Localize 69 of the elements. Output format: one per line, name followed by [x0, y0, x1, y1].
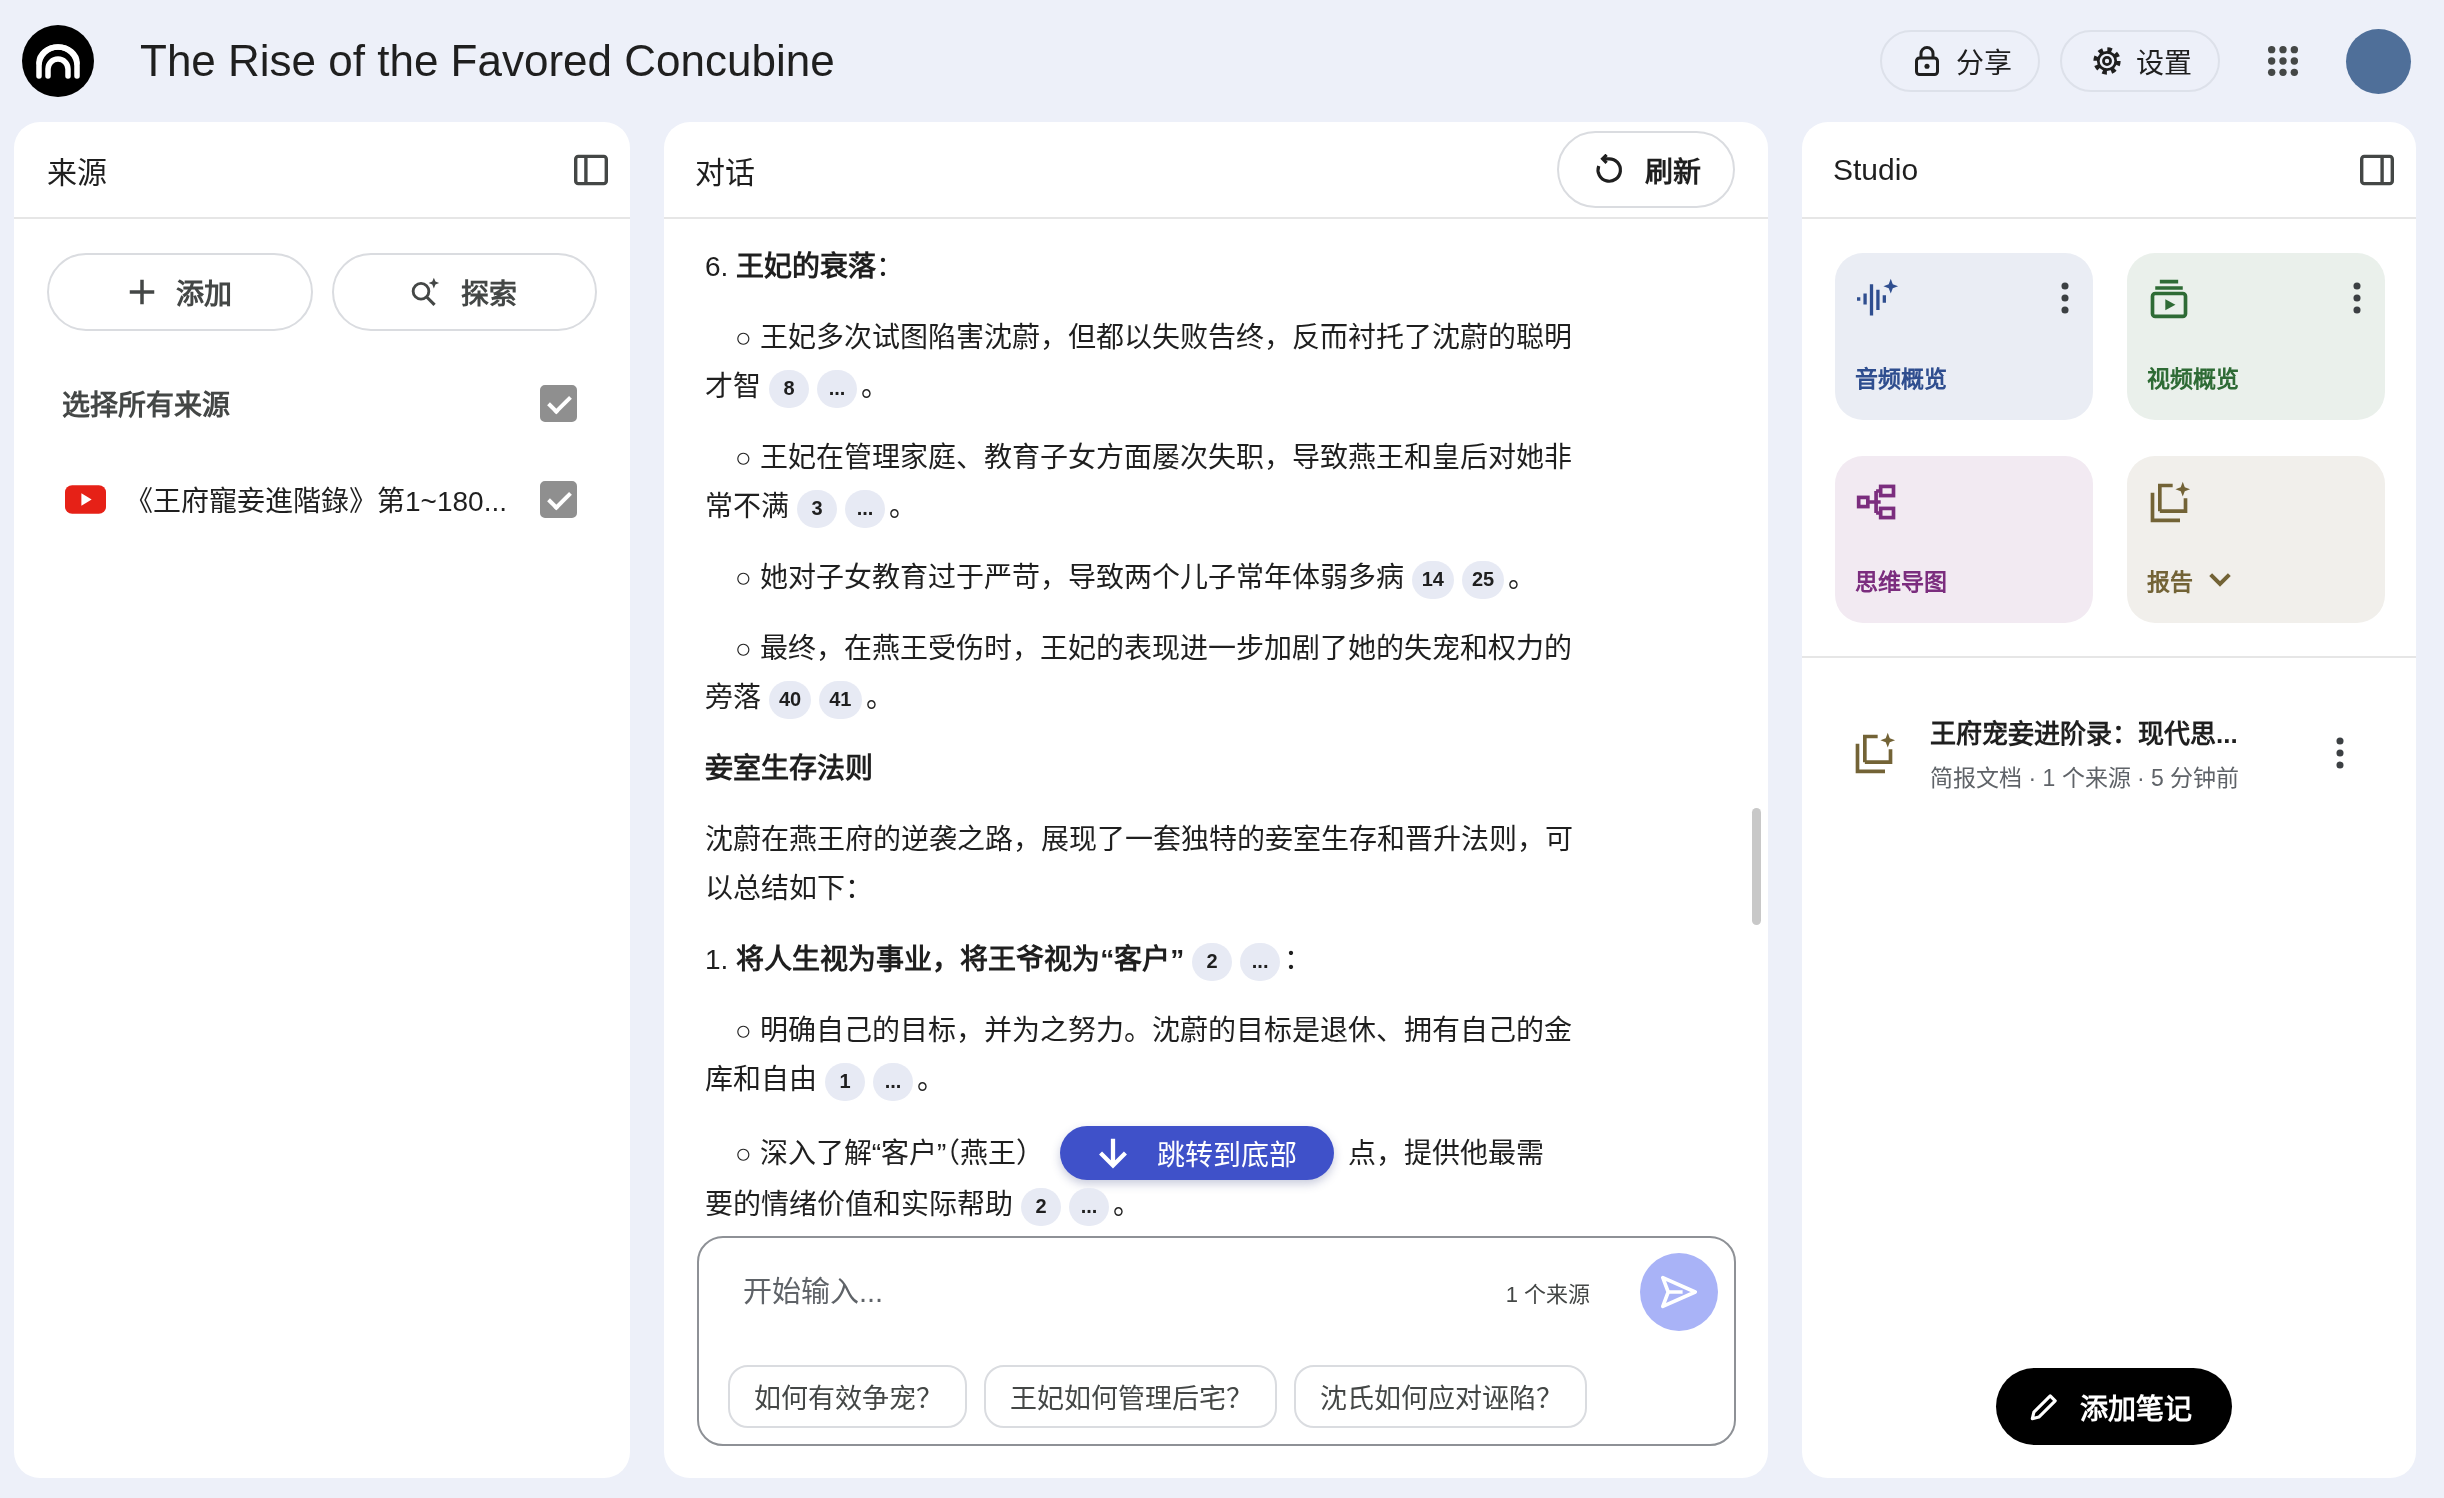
source-count: 1 个来源 — [1505, 1281, 1590, 1308]
add-note-button[interactable]: 添加笔记 — [1996, 1368, 2232, 1445]
suggestion-chip[interactable]: 沈氏如何应对诬陷？ — [1294, 1365, 1587, 1428]
refresh-icon — [1593, 153, 1625, 186]
citation-chip[interactable]: ... — [873, 1062, 913, 1101]
note-meta: 简报文档 · 1 个来源 · 5 分钟前 — [1930, 764, 2241, 793]
citation-chip[interactable]: 40 — [769, 680, 812, 719]
citation-chip[interactable]: 25 — [1461, 560, 1505, 599]
select-all-label: 选择所有来源 — [62, 389, 231, 423]
citation-chip[interactable]: ... — [1240, 942, 1281, 981]
bullet-text: ○ 她对子女教育过于严苛，导致两个儿子常年体弱多病 14 25 。 — [705, 553, 1585, 602]
apps-grid-icon[interactable] — [2266, 44, 2300, 78]
plus-icon — [127, 278, 156, 306]
panel-title: Studio — [1833, 152, 1919, 187]
bullet-text: ○ 王妃多次试图陷害沈蔚，但都以失败告终，反而衬托了沈蔚的聪明才智 8 ... 。 — [705, 313, 1585, 411]
bullet-text: ○ 深入了解“客户”（燕王） — [735, 1136, 1045, 1171]
side-panel-icon[interactable] — [2360, 152, 2394, 187]
citation-chip[interactable]: 1 — [825, 1062, 865, 1101]
bullet-text: ○ 最终，在燕王受伤时，王妃的表现进一步加剧了她的失宠和权力的旁落 40 41 。 — [705, 624, 1585, 722]
numbered-heading: 6. 王妃的衰落： — [705, 250, 906, 284]
more-options-icon[interactable] — [2334, 736, 2346, 770]
section-heading: 妾室生存法则 — [705, 752, 874, 786]
share-button[interactable]: 分享 — [1880, 30, 2040, 92]
citation-chip[interactable]: ... — [1069, 1187, 1109, 1226]
logo-icon[interactable] — [22, 25, 94, 97]
citation-chip[interactable]: 2 — [1021, 1187, 1061, 1226]
citation-chip[interactable]: 2 — [1192, 942, 1233, 981]
jump-to-bottom-button[interactable]: 跳转到底部 — [1060, 1126, 1335, 1180]
studio-tile[interactable]: 思维导图 — [1835, 456, 2093, 623]
send-icon — [1661, 1275, 1697, 1309]
settings-button[interactable]: 设置 — [2060, 30, 2220, 92]
bullet-text: 点，提供他最需 — [1348, 1136, 1545, 1171]
checkbox[interactable] — [540, 480, 577, 518]
suggestion-chip[interactable]: 如何有效争宠？ — [728, 1365, 967, 1428]
refresh-button[interactable]: 刷新 — [1557, 131, 1735, 208]
more-options-icon[interactable] — [2351, 281, 2363, 315]
notebook-title: The Rise of the Favored Concubine — [140, 36, 835, 86]
pencil-icon — [2030, 1392, 2058, 1421]
bullet-text: 要的情绪价值和实际帮助 2 ... 。 — [705, 1180, 1141, 1229]
source-title: 《王府寵妾進階錄》第1~180... — [125, 485, 508, 519]
panel-title: 对话 — [695, 154, 755, 191]
checkbox[interactable] — [540, 384, 577, 422]
studio-tile[interactable]: 视频概览 — [2127, 253, 2385, 420]
citation-chip[interactable]: 8 — [769, 369, 809, 408]
suggestion-chip[interactable]: 王妃如何管理后宅？ — [984, 1365, 1277, 1428]
add-source-button[interactable]: 添加 — [47, 253, 313, 331]
citation-chip[interactable]: 3 — [797, 489, 837, 528]
down-arrow-icon — [1097, 1137, 1130, 1169]
citation-chip[interactable]: 14 — [1411, 560, 1454, 599]
more-options-icon[interactable] — [2059, 281, 2071, 315]
chevron-down-icon[interactable] — [2209, 573, 2231, 587]
citation-chip[interactable]: ... — [817, 369, 857, 408]
play-button-icon — [65, 484, 106, 514]
side-panel-icon[interactable] — [574, 152, 608, 187]
paragraph-text: 沈蔚在燕王府的逆袭之路，展现了一套独特的妾室生存和晋升法则，可以总结如下： — [705, 823, 1574, 906]
scrollbar-thumb[interactable] — [1752, 808, 1761, 925]
studio-tile[interactable]: 报告 — [2127, 456, 2385, 623]
bullet-text: ○ 明确自己的目标，并为之努力。沈蔚的目标是退休、拥有自己的金库和自由 1 ... 。 — [705, 1006, 1585, 1104]
chat-input-field[interactable]: 开始输入... — [743, 1262, 1506, 1322]
settings-icon — [2092, 46, 2122, 76]
bullet-text: ○ 王妃在管理家庭、教育子女方面屡次失职，导致燕王和皇后对她非常不满 3 ... 。 — [705, 433, 1585, 531]
studio-tile[interactable]: 音频概览 — [1835, 253, 2093, 420]
citation-chip[interactable]: ... — [845, 489, 885, 528]
numbered-heading: 1. 将人生视为事业，将王爷视为“客户” 2 ... ： — [705, 935, 1585, 984]
panel-title: 来源 — [47, 154, 107, 191]
lock-icon — [1912, 46, 1942, 76]
discover-button[interactable]: 探索 — [331, 253, 597, 331]
citation-chip[interactable]: 41 — [819, 680, 862, 719]
note-title[interactable]: 王府宠妾进阶录：现代思... — [1930, 713, 2334, 750]
